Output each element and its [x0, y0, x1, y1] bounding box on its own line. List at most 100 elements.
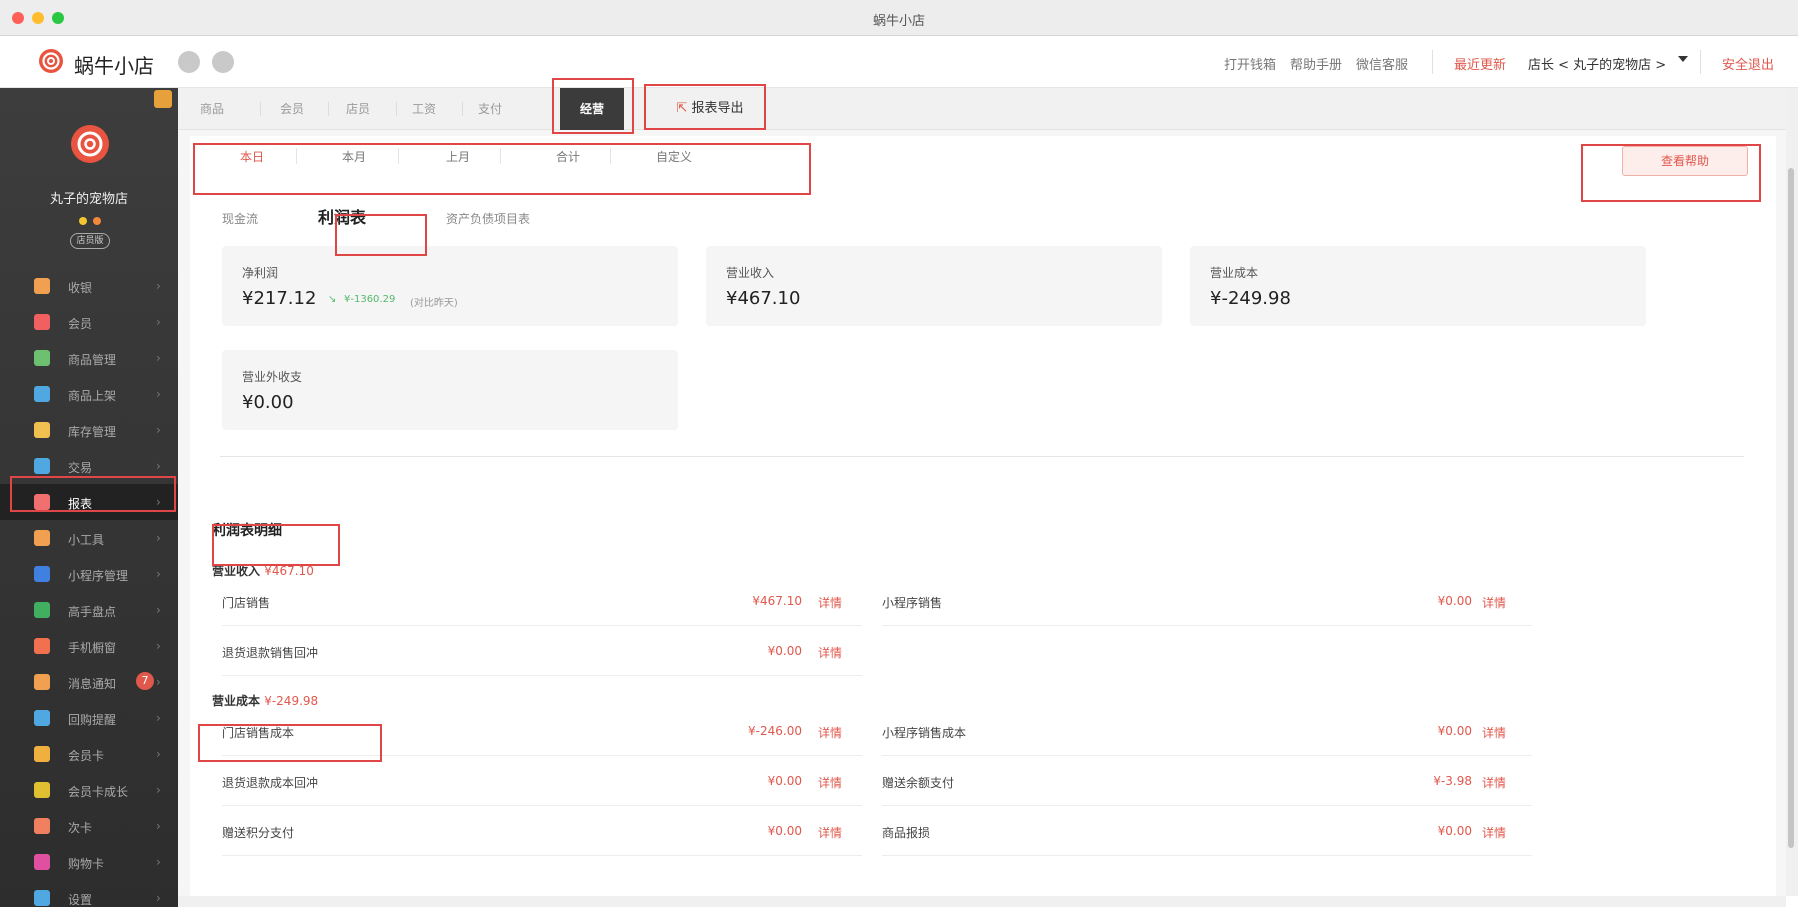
subtab-balance-items[interactable]: 资产负债项目表 — [446, 210, 530, 227]
chevron-right-icon: › — [156, 495, 161, 509]
row-value: ¥0.00 — [1437, 724, 1472, 738]
chevron-right-icon: › — [156, 315, 161, 329]
sidebar-item[interactable]: 手机橱窗 › — [0, 628, 178, 664]
tab-goods[interactable]: 商品 — [190, 88, 234, 130]
detail-row: 退货退款销售回冲 ¥0.00 详情 — [222, 626, 862, 676]
sidebar-item[interactable]: 商品管理 › — [0, 340, 178, 376]
row-value: ¥-246.00 — [748, 724, 802, 738]
sidebar-item[interactable]: 回购提醒 › — [0, 700, 178, 736]
row-divider — [882, 625, 1532, 626]
detail-link[interactable]: 详情 — [818, 594, 842, 611]
sidebar-item[interactable]: 会员卡成长 › — [0, 772, 178, 808]
forward-button[interactable] — [212, 51, 234, 73]
chevron-right-icon: › — [156, 351, 161, 365]
menu-icon — [34, 458, 50, 474]
shop-level-icons — [79, 217, 101, 225]
row-value: ¥0.00 — [767, 774, 802, 788]
detail-link[interactable]: 详情 — [818, 724, 842, 741]
tab-members[interactable]: 会员 — [270, 88, 314, 130]
shop-avatar[interactable] — [70, 124, 110, 164]
detail-row: 小程序销售 ¥0.00 详情 — [882, 576, 1532, 626]
row-value: ¥0.00 — [767, 824, 802, 838]
menu-icon — [34, 422, 50, 438]
detail-link[interactable]: 详情 — [1482, 594, 1506, 611]
sidebar-item[interactable]: 会员卡 › — [0, 736, 178, 772]
sidebar-item-label: 消息通知 — [68, 677, 117, 691]
detail-link[interactable]: 详情 — [818, 774, 842, 791]
shop-name[interactable]: 丸子的宠物店 — [0, 188, 178, 207]
menu-icon — [34, 638, 50, 654]
logout-link[interactable]: 安全退出 — [1722, 54, 1774, 73]
period-today[interactable]: 本日 — [212, 148, 292, 165]
detail-link[interactable]: 详情 — [1482, 824, 1506, 841]
detail-link[interactable]: 详情 — [1482, 774, 1506, 791]
sidebar-item-label: 设置 — [68, 893, 93, 907]
sidebar-item[interactable]: 设置 › — [0, 880, 178, 907]
period-last-month[interactable]: 上月 — [418, 148, 498, 165]
export-report-button[interactable]: ⇱ 报表导出 — [660, 88, 760, 130]
row-value: ¥467.10 — [752, 594, 802, 608]
menu-icon — [34, 314, 50, 330]
chevron-right-icon: › — [156, 387, 161, 401]
sidebar-item[interactable]: 高手盘点 › — [0, 592, 178, 628]
detail-link[interactable]: 详情 — [818, 644, 842, 661]
sidebar-item[interactable]: 收银 › — [0, 268, 178, 304]
sidebar-item-label: 回购提醒 — [68, 713, 117, 727]
open-cash-drawer-link[interactable]: 打开钱箱 — [1224, 54, 1276, 73]
detail-link[interactable]: 详情 — [1482, 724, 1506, 741]
menu-icon — [34, 350, 50, 366]
tab-payment[interactable]: 支付 — [468, 88, 512, 130]
subtab-income-statement[interactable]: 利润表 — [318, 204, 366, 228]
sidebar-item[interactable]: 报表 › — [0, 484, 178, 520]
horizontal-scrollbar[interactable] — [178, 896, 1786, 907]
sidebar-item-label: 会员卡 — [68, 749, 105, 763]
tab-operations[interactable]: 经营 — [560, 88, 624, 130]
sidebar-item-label: 小工具 — [68, 533, 105, 547]
row-label: 退货退款成本回冲 — [222, 776, 319, 790]
wechat-service-link[interactable]: 微信客服 — [1356, 54, 1408, 73]
app-header: 蜗牛小店 打开钱箱 帮助手册 微信客服 最近更新 店长 < 丸子的宠物店 > 安… — [0, 36, 1798, 88]
row-divider — [222, 675, 862, 676]
period-custom[interactable]: 自定义 — [634, 148, 714, 165]
sidebar-item[interactable]: 商品上架 › — [0, 376, 178, 412]
row-label: 小程序销售 — [882, 596, 943, 610]
sidebar-item[interactable]: 库存管理 › — [0, 412, 178, 448]
cost-card: 营业成本 ¥-249.98 — [1190, 246, 1646, 326]
tab-salary[interactable]: 工资 — [402, 88, 446, 130]
chevron-right-icon: › — [156, 891, 161, 905]
window-title: 蜗牛小店 — [872, 14, 925, 29]
period-total[interactable]: 合计 — [528, 148, 608, 165]
chevron-right-icon: › — [156, 747, 161, 761]
sidebar-item-label: 小程序管理 — [68, 569, 129, 583]
non-operating-card: 营业外收支 ¥0.00 — [222, 350, 678, 430]
chevron-down-icon[interactable] — [1678, 56, 1688, 62]
scrollbar-thumb[interactable] — [1788, 168, 1794, 848]
sidebar-item-label: 购物卡 — [68, 857, 105, 871]
detail-link[interactable]: 详情 — [818, 824, 842, 841]
subtab-cash-flow[interactable]: 现金流 — [222, 210, 258, 227]
help-manual-link[interactable]: 帮助手册 — [1290, 54, 1342, 73]
sidebar-item[interactable]: 小程序管理 › — [0, 556, 178, 592]
back-button[interactable] — [178, 51, 200, 73]
notification-icon[interactable] — [154, 90, 172, 108]
unread-badge: 7 — [136, 672, 154, 690]
vertical-scrollbar[interactable] — [1786, 88, 1798, 896]
recent-update-link[interactable]: 最近更新 — [1454, 54, 1506, 73]
sidebar-item[interactable]: 会员 › — [0, 304, 178, 340]
sidebar-item[interactable]: 交易 › — [0, 448, 178, 484]
sidebar-item[interactable]: 消息通知 › 7 — [0, 664, 178, 700]
tab-staff[interactable]: 店员 — [336, 88, 380, 130]
period-this-month[interactable]: 本月 — [314, 148, 394, 165]
detail-row: 商品报损 ¥0.00 详情 — [882, 806, 1532, 856]
detail-row: 退货退款成本回冲 ¥0.00 详情 — [222, 756, 862, 806]
row-label: 小程序销售成本 — [882, 726, 967, 740]
trend-down-icon: ↘ — [328, 294, 337, 305]
sidebar-item[interactable]: 小工具 › — [0, 520, 178, 556]
sidebar-item[interactable]: 购物卡 › — [0, 844, 178, 880]
view-help-button[interactable]: 查看帮助 — [1622, 146, 1748, 176]
sidebar-item[interactable]: 次卡 › — [0, 808, 178, 844]
row-label: 退货退款销售回冲 — [222, 646, 319, 660]
store-selector[interactable]: 店长 < 丸子的宠物店 > — [1528, 54, 1666, 73]
menu-icon — [34, 674, 50, 690]
detail-row: 赠送余额支付 ¥-3.98 详情 — [882, 756, 1532, 806]
